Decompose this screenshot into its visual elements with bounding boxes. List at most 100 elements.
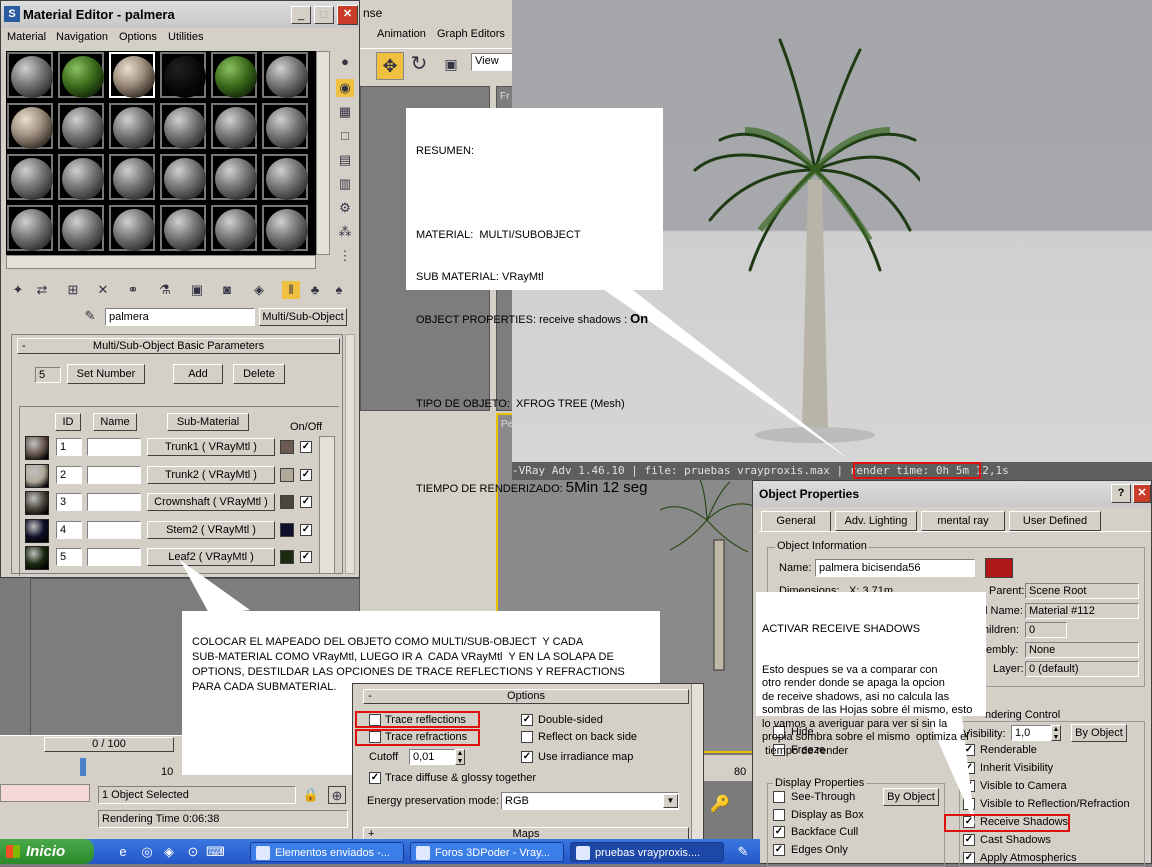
rendering-by-object-button[interactable]: By Object	[1071, 724, 1127, 742]
background-icon[interactable]: ▦	[336, 103, 354, 121]
submaterial-color-swatch[interactable]	[280, 550, 294, 564]
menu-graph-editors[interactable]: Graph Editors	[437, 28, 505, 40]
num-materials-field[interactable]: 5	[35, 367, 61, 383]
set-number-button[interactable]: Set Number	[67, 364, 145, 384]
submaterial-color-swatch[interactable]	[280, 440, 294, 454]
tab-general[interactable]: General	[761, 511, 831, 531]
object-color-swatch[interactable]	[985, 558, 1013, 578]
pick-material-icon[interactable]: ✎	[81, 307, 99, 325]
cast-shadows-checkbox[interactable]: ✓	[963, 834, 975, 846]
material-slot[interactable]	[58, 103, 104, 149]
start-button[interactable]: Inicio	[0, 839, 94, 864]
quicklaunch-icon[interactable]: ⊙	[184, 843, 202, 861]
apply-atmospherics-checkbox[interactable]: ✓	[963, 852, 975, 864]
submaterial-button[interactable]: Stem2 ( VRayMtl )	[147, 520, 275, 539]
submaterial-name-field[interactable]	[87, 493, 141, 511]
visibility-spinner[interactable]: ▲ ▼	[1051, 725, 1061, 741]
material-slot[interactable]	[7, 205, 53, 251]
close-button[interactable]: ✕	[1133, 484, 1151, 503]
tab-mental-ray[interactable]: mental ray	[921, 511, 1005, 531]
help-button[interactable]: ?	[1111, 484, 1131, 503]
taskbar-button[interactable]: Elementos enviados -...	[250, 842, 404, 862]
see-through-checkbox[interactable]	[773, 791, 785, 803]
quicklaunch-icon[interactable]: ⌨	[206, 843, 225, 861]
material-slot[interactable]	[262, 205, 308, 251]
reflect-back-checkbox[interactable]	[521, 731, 533, 743]
video-color-icon[interactable]: ▤	[336, 151, 354, 169]
move-icon[interactable]: ✥	[376, 52, 404, 80]
trace-diffuse-checkbox[interactable]: ✓	[369, 772, 381, 784]
taskbar-button[interactable]: Foros 3DPoder - Vray...	[410, 842, 564, 862]
material-slot[interactable]	[211, 154, 257, 200]
energy-dropdown-arrow[interactable]: ▼	[663, 794, 678, 808]
submaterial-button[interactable]: Trunk2 ( VRayMtl )	[147, 465, 275, 484]
delete-button[interactable]: Delete	[233, 364, 285, 384]
options-icon[interactable]: ⚙	[336, 199, 354, 217]
menu-animation[interactable]: Animation	[377, 28, 426, 40]
material-slot[interactable]	[262, 52, 308, 98]
submaterial-button[interactable]: Crownshaft ( VRayMtl )	[147, 493, 275, 511]
material-slot[interactable]	[58, 205, 104, 251]
maxscript-listener[interactable]	[0, 784, 90, 802]
material-slot[interactable]	[160, 154, 206, 200]
go-sibling-icon[interactable]: ♠	[330, 281, 348, 299]
material-slot[interactable]	[109, 52, 155, 98]
use-irradiance-checkbox[interactable]: ✓	[521, 751, 533, 763]
object-name-field[interactable]: palmera bicisenda56	[815, 559, 975, 577]
cutoff-field[interactable]: 0,01	[409, 749, 455, 765]
submaterial-on-checkbox[interactable]: ✓	[300, 496, 312, 508]
go-forward-icon[interactable]: ♣	[306, 281, 324, 299]
reset-map-icon[interactable]: ✕	[94, 281, 112, 299]
energy-dropdown[interactable]: RGB	[501, 792, 679, 810]
rollout-header[interactable]: - Multi/Sub-Object Basic Parameters	[17, 338, 340, 354]
submaterial-preview[interactable]	[25, 463, 49, 488]
editor-vscroll[interactable]	[345, 334, 355, 574]
submaterial-preview[interactable]	[25, 546, 49, 570]
material-slot[interactable]	[211, 52, 257, 98]
quicklaunch-icon[interactable]: ◎	[138, 843, 156, 861]
material-slot[interactable]	[160, 205, 206, 251]
material-slot[interactable]	[109, 205, 155, 251]
material-slot[interactable]	[211, 103, 257, 149]
scale-icon[interactable]: ▣	[442, 55, 460, 73]
select-by-material-icon[interactable]: ⁂	[336, 223, 354, 241]
submaterial-name-field[interactable]	[87, 465, 141, 484]
submaterial-color-swatch[interactable]	[280, 522, 294, 537]
material-type-button[interactable]: Multi/Sub-Object	[259, 308, 347, 326]
submaterial-preview[interactable]	[25, 436, 49, 460]
material-slot[interactable]	[109, 154, 155, 200]
sort-by-submaterial-button[interactable]: Sub-Material	[167, 413, 249, 431]
submaterial-on-checkbox[interactable]: ✓	[300, 441, 312, 453]
options-rollout-header[interactable]: - Options	[363, 689, 689, 704]
cutoff-spinner[interactable]: ▲ ▼	[455, 749, 465, 765]
submaterial-name-field[interactable]	[87, 520, 141, 539]
show-map-icon[interactable]: ◙	[218, 281, 236, 299]
material-navigator-icon[interactable]: ⋮	[336, 247, 354, 265]
menu-material[interactable]: Material	[7, 31, 46, 43]
material-slot[interactable]	[109, 103, 155, 149]
slots-hscroll[interactable]	[6, 255, 316, 269]
submaterial-name-field[interactable]	[87, 548, 141, 566]
minimize-button[interactable]: _	[291, 6, 311, 24]
submaterial-id-field[interactable]: 3	[56, 493, 82, 511]
submaterial-preview[interactable]	[25, 518, 49, 543]
maximize-button[interactable]: □	[314, 6, 334, 24]
material-slot[interactable]	[211, 205, 257, 251]
slots-vscroll[interactable]	[316, 51, 330, 255]
material-slot[interactable]	[7, 52, 53, 98]
sort-by-id-button[interactable]: ID	[55, 413, 81, 431]
submaterial-name-field[interactable]	[87, 438, 141, 456]
display-as-box-checkbox[interactable]	[773, 809, 785, 821]
material-slot[interactable]	[262, 103, 308, 149]
list-vscroll[interactable]	[319, 436, 335, 574]
put-to-library-icon[interactable]: ⚗	[156, 281, 174, 299]
material-name-field[interactable]: palmera	[105, 308, 255, 326]
submaterial-id-field[interactable]: 1	[56, 438, 82, 456]
make-preview-icon[interactable]: ▥	[336, 175, 354, 193]
taskbar-button[interactable]: pruebas vrayproxis....	[570, 842, 724, 862]
rotate-icon[interactable]: ↻	[410, 54, 428, 74]
view-dropdown[interactable]: View	[471, 53, 515, 71]
tray-icon[interactable]: ✎	[734, 843, 752, 861]
submaterial-preview[interactable]	[25, 491, 49, 515]
absolute-mode-icon[interactable]: ⊕	[328, 786, 346, 804]
